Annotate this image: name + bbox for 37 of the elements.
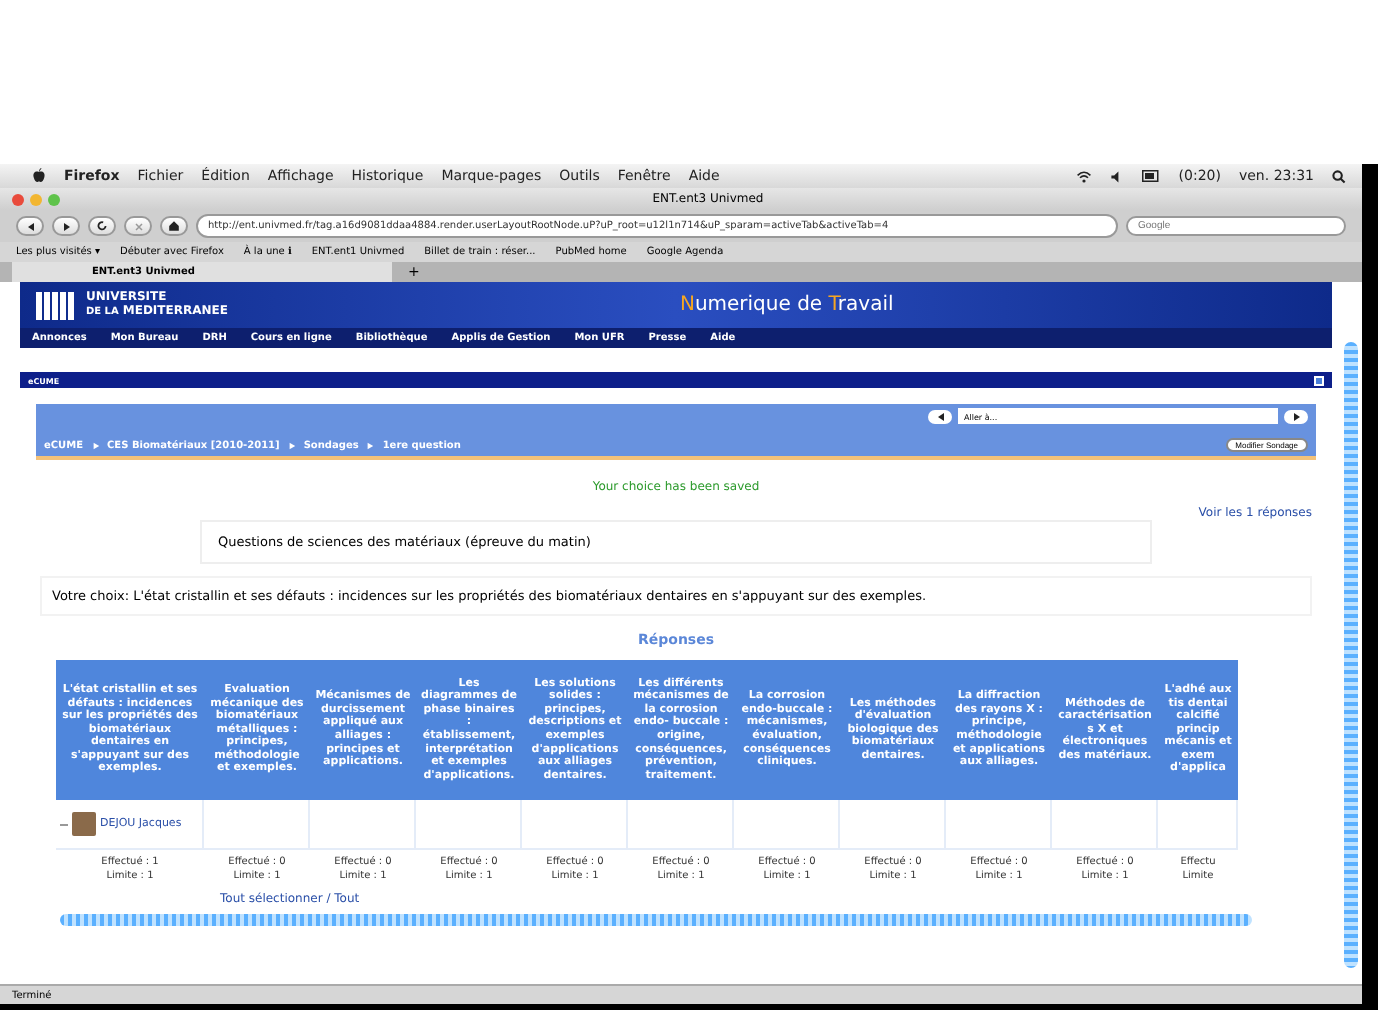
back-button[interactable] bbox=[16, 216, 44, 236]
table-cell bbox=[416, 800, 522, 850]
horizontal-scrollbar[interactable] bbox=[60, 914, 1252, 926]
table-cell bbox=[840, 800, 946, 850]
table-cell bbox=[310, 800, 416, 850]
previous-button[interactable] bbox=[928, 409, 952, 423]
arrow-icon bbox=[61, 221, 71, 231]
next-button[interactable] bbox=[1284, 409, 1308, 423]
home-button[interactable] bbox=[160, 216, 188, 236]
table-cell bbox=[628, 800, 734, 850]
close-button[interactable] bbox=[12, 193, 24, 205]
table-cell bbox=[734, 800, 840, 850]
site-title: Numerique de Travail bbox=[679, 294, 894, 316]
table-cell bbox=[1158, 800, 1238, 850]
apple-icon[interactable] bbox=[32, 168, 46, 184]
reload-icon bbox=[96, 220, 108, 232]
breadcrumb-arrow-icon bbox=[91, 441, 100, 449]
arrow-icon bbox=[1291, 411, 1301, 421]
arrow-icon bbox=[25, 221, 35, 231]
home-icon bbox=[168, 220, 180, 232]
maximize-button[interactable] bbox=[1314, 375, 1324, 385]
breadcrumb-arrow-icon bbox=[287, 441, 296, 449]
search-icon[interactable] bbox=[1332, 169, 1346, 183]
wifi-icon[interactable] bbox=[1076, 169, 1093, 183]
breadcrumb-arrow-icon bbox=[366, 441, 375, 449]
vertical-scrollbar[interactable] bbox=[1344, 342, 1358, 968]
avatar-placeholder bbox=[72, 812, 96, 836]
dash-icon bbox=[60, 823, 68, 825]
arrow-icon bbox=[935, 411, 945, 421]
battery-icon[interactable] bbox=[1142, 170, 1161, 182]
table-cell bbox=[1052, 800, 1158, 850]
reload-button[interactable] bbox=[88, 216, 116, 236]
pillars-logo-icon bbox=[36, 291, 74, 319]
table-cell bbox=[946, 800, 1052, 850]
forward-button[interactable] bbox=[52, 216, 80, 236]
close-icon bbox=[133, 221, 143, 231]
table-cell bbox=[522, 800, 628, 850]
